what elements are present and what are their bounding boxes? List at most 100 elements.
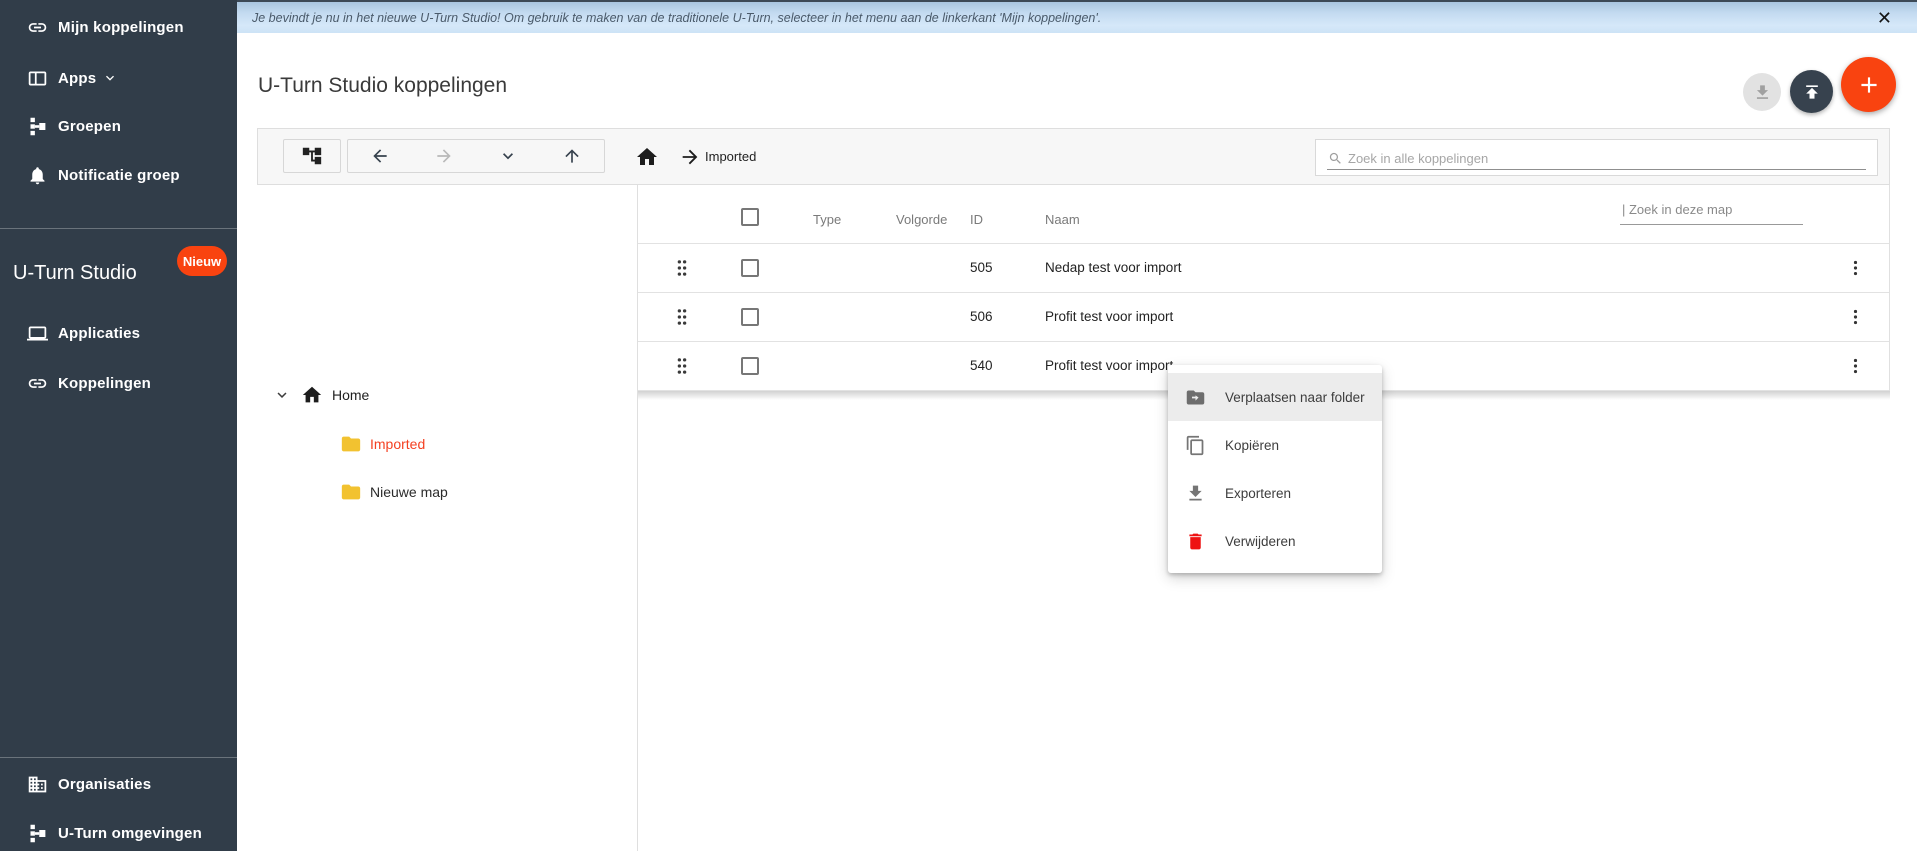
copy-icon — [1185, 435, 1206, 456]
select-all-checkbox[interactable] — [741, 208, 759, 226]
tree-view-button[interactable] — [283, 139, 341, 173]
row-menu-button[interactable] — [1846, 354, 1865, 378]
menu-item-verplaatsen[interactable]: Verplaatsen naar folder — [1168, 373, 1382, 421]
sidebar-section-title: U-Turn Studio — [13, 262, 137, 285]
chevron-down-icon — [102, 70, 118, 86]
sidebar-item-organisaties[interactable]: Organisaties — [0, 764, 237, 804]
search-input[interactable] — [1346, 141, 1860, 175]
sidebar-item-apps[interactable]: Apps — [0, 58, 237, 98]
plus-icon — [1856, 72, 1882, 98]
menu-item-exporteren[interactable]: Exporteren — [1168, 469, 1382, 517]
row-id-cell: 506 — [970, 309, 993, 324]
drag-handle-icon[interactable] — [675, 356, 689, 376]
sidebar-item-uturn-omgevingen[interactable]: U-Turn omgevingen — [0, 813, 237, 853]
expand-button[interactable] — [476, 140, 540, 172]
close-icon[interactable]: ✕ — [1873, 4, 1896, 32]
upload-button[interactable] — [1790, 70, 1833, 113]
breadcrumb-arrow-icon — [679, 146, 701, 168]
sidebar-divider — [0, 757, 237, 758]
folder-icon — [340, 481, 362, 503]
sidebar-item-groepen[interactable]: Groepen — [0, 106, 237, 146]
groups-icon — [27, 116, 48, 137]
laptop-icon — [27, 323, 48, 344]
row-naam-cell: Profit test voor import — [1045, 358, 1173, 373]
column-header-naam[interactable]: Naam — [1045, 212, 1080, 227]
tree-node-label: Nieuwe map — [370, 484, 448, 500]
row-menu-button[interactable] — [1846, 305, 1865, 329]
sidebar-item-notificatie-groep[interactable]: Notificatie groep — [0, 155, 237, 195]
kebab-icon — [1846, 354, 1865, 378]
menu-item-kopieren[interactable]: Kopiëren — [1168, 421, 1382, 469]
table-header: Type Volgorde ID Naam — [638, 185, 1889, 243]
column-header-id[interactable]: ID — [970, 212, 983, 227]
banner-text: Je bevindt je nu in het nieuwe U-Turn St… — [252, 11, 1101, 25]
sidebar-item-label: U-Turn omgevingen — [58, 825, 202, 842]
account-tree-icon — [301, 145, 323, 167]
folder-search-input[interactable] — [1620, 202, 1803, 225]
tree-node-home[interactable]: Home — [273, 381, 369, 409]
sidebar-item-label: Organisaties — [58, 776, 151, 793]
download-button[interactable] — [1743, 73, 1781, 111]
row-checkbox[interactable] — [741, 357, 759, 375]
add-button[interactable] — [1841, 57, 1896, 112]
folder-search — [1620, 201, 1803, 225]
kebab-icon — [1846, 305, 1865, 329]
chevron-down-icon[interactable] — [273, 386, 291, 404]
nieuw-badge: Nieuw — [177, 246, 227, 276]
menu-item-label: Verplaatsen naar folder — [1225, 390, 1365, 405]
breadcrumb-folder[interactable]: Imported — [705, 149, 756, 164]
up-button[interactable] — [540, 140, 604, 172]
column-header-type[interactable]: Type — [813, 212, 841, 227]
page-title: U-Turn Studio koppelingen — [258, 74, 507, 98]
sidebar-item-label: Mijn koppelingen — [58, 19, 184, 36]
table-card: Type Volgorde ID Naam 505 Nedap test voo… — [638, 185, 1890, 391]
column-header-volgorde[interactable]: Volgorde — [896, 212, 947, 227]
tree-node-imported[interactable]: Imported — [340, 430, 425, 458]
search-icon — [1328, 151, 1343, 166]
table-row[interactable]: 506 Profit test voor import — [638, 292, 1889, 341]
chevron-down-icon — [498, 146, 518, 166]
link-icon — [27, 373, 48, 394]
row-menu-button[interactable] — [1846, 256, 1865, 280]
back-button[interactable] — [348, 140, 412, 172]
table-row[interactable]: 505 Nedap test voor import — [638, 243, 1889, 292]
folder-toolbar: Imported — [257, 128, 1890, 185]
row-context-menu: Verplaatsen naar folder Kopiëren Exporte… — [1168, 365, 1382, 573]
tree-node-label: Home — [332, 387, 369, 403]
sidebar-item-label: Koppelingen — [58, 375, 151, 392]
tree-node-nieuwe-map[interactable]: Nieuwe map — [340, 478, 448, 506]
sidebar-item-label: Notificatie groep — [58, 167, 180, 184]
upload-icon — [1802, 82, 1822, 102]
sidebar-divider — [0, 228, 237, 229]
navigation-button-group — [347, 139, 605, 173]
row-id-cell: 540 — [970, 358, 993, 373]
sidebar-item-label: Groepen — [58, 118, 121, 135]
row-checkbox[interactable] — [741, 308, 759, 326]
folder-icon — [340, 433, 362, 455]
sidebar-item-koppelingen[interactable]: Koppelingen — [0, 363, 237, 403]
export-icon — [1185, 483, 1206, 504]
groups-icon — [27, 823, 48, 844]
arrow-back-icon — [370, 146, 390, 166]
home-icon — [301, 384, 323, 406]
tree-node-label: Imported — [370, 436, 425, 452]
folder-tree-panel: Home Imported Nieuwe map — [257, 185, 638, 851]
sidebar-item-mijn-koppelingen[interactable]: Mijn koppelingen — [0, 7, 237, 47]
breadcrumb: Imported — [635, 129, 756, 184]
forward-button[interactable] — [412, 140, 476, 172]
folder-move-icon — [1185, 387, 1206, 408]
apps-icon — [27, 68, 48, 89]
sidebar: Mijn koppelingen Apps Groepen Notificati… — [0, 0, 237, 851]
arrow-up-icon — [562, 146, 582, 166]
drag-handle-icon[interactable] — [675, 307, 689, 327]
sidebar-item-label: Apps — [58, 70, 96, 87]
menu-item-verwijderen[interactable]: Verwijderen — [1168, 517, 1382, 565]
trash-icon — [1185, 531, 1206, 552]
sidebar-item-applicaties[interactable]: Applicaties — [0, 313, 237, 353]
bell-icon — [27, 165, 48, 186]
drag-handle-icon[interactable] — [675, 258, 689, 278]
row-checkbox[interactable] — [741, 259, 759, 277]
link-icon — [27, 17, 48, 38]
download-icon — [1753, 83, 1772, 102]
home-icon[interactable] — [635, 145, 659, 169]
